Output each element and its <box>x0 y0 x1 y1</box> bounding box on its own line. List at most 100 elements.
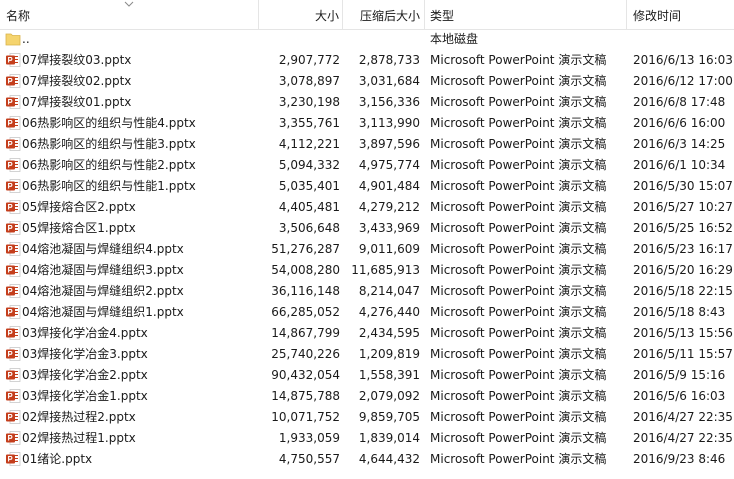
file-row[interactable]: 03焊接化学冶金3.pptx 25,740,226 1,209,819 Microso… <box>0 344 734 365</box>
file-type: Microsoft PowerPoint 演示文稿 <box>430 242 607 256</box>
file-row[interactable]: 06热影响区的组织与性能1.pptx 5,035,401 4,901,484 Micr… <box>0 176 734 197</box>
column-header-name[interactable]: 名称 <box>6 0 126 29</box>
powerpoint-file-icon <box>6 221 21 235</box>
file-size: 4,405,481 <box>278 200 340 214</box>
file-type: Microsoft PowerPoint 演示文稿 <box>430 410 607 424</box>
file-row[interactable]: 03焊接化学冶金4.pptx 14,867,799 2,434,595 Microso… <box>0 323 734 344</box>
file-size: 25,740,226 <box>271 347 340 361</box>
file-size: 1,933,059 <box>278 431 340 445</box>
powerpoint-file-icon <box>6 200 21 214</box>
powerpoint-file-icon <box>6 410 21 424</box>
column-header-size[interactable]: 大小 <box>258 0 339 29</box>
file-modified-date: 2016/4/27 22:35 <box>633 431 733 445</box>
column-header: 名称 大小 压缩后大小 类型 修改时间 <box>0 0 734 30</box>
file-compressed-size: 3,156,336 <box>358 95 420 109</box>
file-size: 36,116,148 <box>271 284 340 298</box>
file-compressed-size: 9,011,609 <box>358 242 420 256</box>
file-type: Microsoft PowerPoint 演示文稿 <box>430 221 607 235</box>
powerpoint-file-icon <box>6 284 21 298</box>
file-type: Microsoft PowerPoint 演示文稿 <box>430 431 607 445</box>
powerpoint-file-icon <box>6 347 21 361</box>
file-row[interactable]: 05焊接熔合区2.pptx 4,405,481 4,279,212 Microsoft… <box>0 197 734 218</box>
file-modified-date: 2016/5/18 22:15 <box>633 284 733 298</box>
column-header-modified[interactable]: 修改时间 <box>633 0 733 29</box>
file-type: Microsoft PowerPoint 演示文稿 <box>430 179 607 193</box>
file-row[interactable]: 03焊接化学冶金1.pptx 14,875,788 2,079,092 Microso… <box>0 386 734 407</box>
file-size: 54,008,280 <box>271 263 340 277</box>
powerpoint-file-icon <box>6 326 21 340</box>
powerpoint-file-icon <box>6 74 21 88</box>
column-divider[interactable] <box>424 0 425 29</box>
file-compressed-size: 3,031,684 <box>358 74 420 88</box>
file-name: 06热影响区的组织与性能4.pptx <box>22 116 196 130</box>
file-row[interactable]: 05焊接熔合区1.pptx 3,506,648 3,433,969 Microsoft… <box>0 218 734 239</box>
file-row[interactable]: 06热影响区的组织与性能4.pptx 3,355,761 3,113,990 Micr… <box>0 113 734 134</box>
file-compressed-size: 4,975,774 <box>358 158 420 172</box>
file-modified-date: 2016/5/9 15:16 <box>633 368 726 382</box>
file-size: 4,112,221 <box>278 137 340 151</box>
file-compressed-size: 8,214,047 <box>358 284 420 298</box>
file-name: 01绪论.pptx <box>22 452 93 466</box>
powerpoint-file-icon <box>6 305 21 319</box>
file-size: 14,875,788 <box>271 389 340 403</box>
parent-folder-row[interactable]: .. 本地磁盘 <box>0 29 734 50</box>
file-size: 5,094,332 <box>278 158 340 172</box>
file-row[interactable]: 04熔池凝固与焊缝组织1.pptx 66,285,052 4,276,440 Micr… <box>0 302 734 323</box>
file-modified-date: 2016/6/8 17:48 <box>633 95 726 109</box>
file-compressed-size: 4,901,484 <box>358 179 420 193</box>
file-name: 07焊接裂纹01.pptx <box>22 95 132 109</box>
file-size: 10,071,752 <box>271 410 340 424</box>
file-size: 3,506,648 <box>278 221 340 235</box>
file-modified-date: 2016/6/1 10:34 <box>633 158 726 172</box>
powerpoint-file-icon <box>6 452 21 466</box>
file-row[interactable]: 04熔池凝固与焊缝组织2.pptx 36,116,148 8,214,047 Micr… <box>0 281 734 302</box>
file-compressed-size: 4,279,212 <box>358 200 420 214</box>
file-name: 06热影响区的组织与性能3.pptx <box>22 137 196 151</box>
file-modified-date: 2016/6/6 16:00 <box>633 116 726 130</box>
file-row[interactable]: 02焊接热过程1.pptx 1,933,059 1,839,014 Microsoft… <box>0 428 734 449</box>
powerpoint-file-icon <box>6 431 21 445</box>
powerpoint-file-icon <box>6 53 21 67</box>
file-type: Microsoft PowerPoint 演示文稿 <box>430 305 607 319</box>
file-type: Microsoft PowerPoint 演示文稿 <box>430 389 607 403</box>
file-row[interactable]: 03焊接化学冶金2.pptx 90,432,054 1,558,391 Microso… <box>0 365 734 386</box>
file-modified-date: 2016/4/27 22:35 <box>633 410 733 424</box>
file-type: Microsoft PowerPoint 演示文稿 <box>430 137 607 151</box>
file-size: 90,432,054 <box>271 368 340 382</box>
file-name: 03焊接化学冶金3.pptx <box>22 347 148 361</box>
file-type: Microsoft PowerPoint 演示文稿 <box>430 53 607 67</box>
file-row[interactable]: 06热影响区的组织与性能2.pptx 5,094,332 4,975,774 Micr… <box>0 155 734 176</box>
column-header-type[interactable]: 类型 <box>430 0 620 29</box>
file-modified-date: 2016/5/23 16:17 <box>633 242 733 256</box>
file-row[interactable]: 04熔池凝固与焊缝组织4.pptx 51,276,287 9,011,609 Micr… <box>0 239 734 260</box>
file-modified-date: 2016/5/20 16:29 <box>633 263 733 277</box>
chevron-down-icon[interactable] <box>124 0 134 8</box>
file-size: 3,078,897 <box>278 74 340 88</box>
file-name: 06热影响区的组织与性能2.pptx <box>22 158 196 172</box>
file-name: 05焊接熔合区1.pptx <box>22 221 136 235</box>
file-row[interactable]: 07焊接裂纹01.pptx 3,230,198 3,156,336 Microsoft… <box>0 92 734 113</box>
file-row[interactable]: 07焊接裂纹03.pptx 2,907,772 2,878,733 Microsoft… <box>0 50 734 71</box>
file-size: 66,285,052 <box>271 305 340 319</box>
column-divider[interactable] <box>626 0 627 29</box>
file-modified-date: 2016/5/6 16:03 <box>633 389 726 403</box>
powerpoint-file-icon <box>6 158 21 172</box>
file-type: Microsoft PowerPoint 演示文稿 <box>430 74 607 88</box>
file-size: 2,907,772 <box>278 53 340 67</box>
file-row[interactable]: 04熔池凝固与焊缝组织3.pptx 54,008,280 11,685,913 Mic… <box>0 260 734 281</box>
file-row[interactable]: 01绪论.pptx 4,750,557 4,644,432 Microsoft Pow… <box>0 449 734 470</box>
file-compressed-size: 3,897,596 <box>358 137 420 151</box>
file-modified-date: 2016/5/27 10:27 <box>633 200 733 214</box>
file-row[interactable]: 02焊接热过程2.pptx 10,071,752 9,859,705 Microsof… <box>0 407 734 428</box>
file-row[interactable]: 06热影响区的组织与性能3.pptx 4,112,221 3,897,596 Micr… <box>0 134 734 155</box>
file-compressed-size: 2,878,733 <box>358 53 420 67</box>
file-name: .. <box>22 32 30 46</box>
powerpoint-file-icon <box>6 389 21 403</box>
file-compressed-size: 1,839,014 <box>358 431 420 445</box>
file-modified-date: 2016/5/18 8:43 <box>633 305 726 319</box>
file-name: 04熔池凝固与焊缝组织3.pptx <box>22 263 184 277</box>
column-header-compressed-size[interactable]: 压缩后大小 <box>342 0 420 29</box>
file-row[interactable]: 07焊接裂纹02.pptx 3,078,897 3,031,684 Microsoft… <box>0 71 734 92</box>
file-compressed-size: 11,685,913 <box>351 263 420 277</box>
file-type: Microsoft PowerPoint 演示文稿 <box>430 326 607 340</box>
